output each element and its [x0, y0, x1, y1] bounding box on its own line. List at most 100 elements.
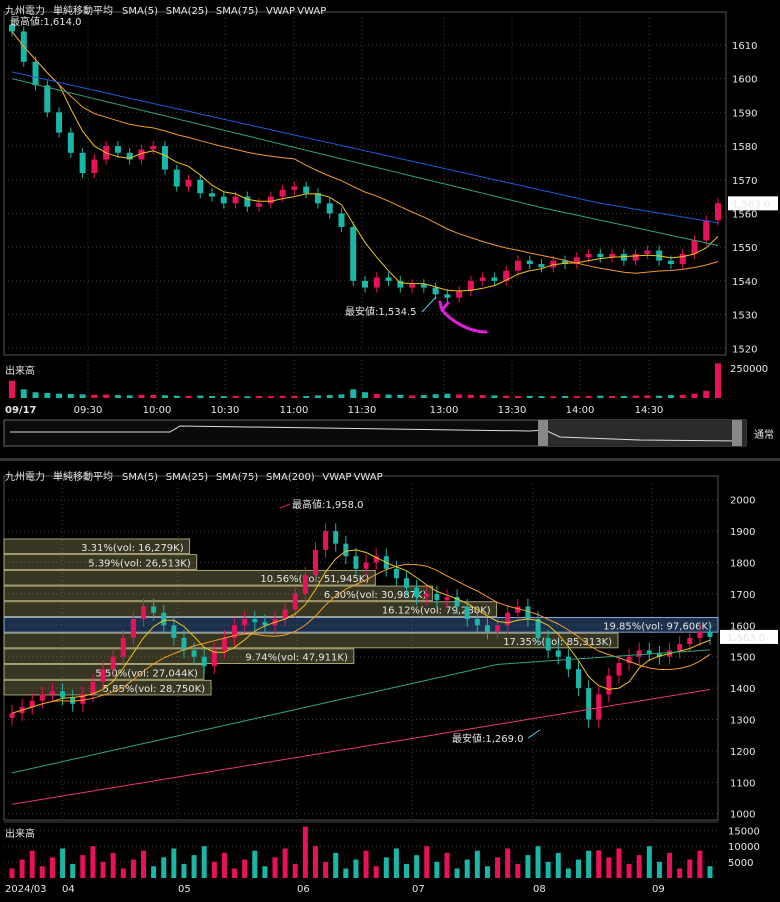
- volume-profile-label: 19.85%(vol: 97,606K): [603, 621, 712, 632]
- volume-bar: [677, 868, 683, 878]
- legend-item: SMA(200): [266, 472, 315, 483]
- candle-body: [326, 203, 333, 214]
- volume-bar: [191, 855, 197, 878]
- candle-body: [312, 549, 318, 576]
- candle-body: [150, 146, 157, 150]
- y-tick-label: 1800: [730, 559, 755, 570]
- volume-bar: [151, 866, 157, 878]
- y-tick-label: 1520: [732, 344, 757, 355]
- volume-bar: [350, 389, 357, 398]
- candle-body: [432, 287, 439, 295]
- volume-profile-label: 5.39%(vol: 26,513K): [88, 559, 191, 570]
- volume-bar: [606, 857, 612, 878]
- volume-bar: [161, 395, 168, 398]
- volume-bar: [161, 857, 167, 878]
- low-label: 最安値:1,534.5: [345, 305, 417, 318]
- volume-bar: [9, 868, 15, 878]
- candle-body: [161, 146, 168, 170]
- volume-bar: [434, 861, 440, 878]
- candle-body: [679, 253, 686, 265]
- low-pointer: [421, 296, 437, 313]
- x-tick-label: 09: [652, 884, 665, 895]
- x-tick-label: 04: [62, 884, 75, 895]
- volume-bar: [100, 861, 106, 878]
- volume-bar: [656, 861, 662, 878]
- volume-tick-label: 10000: [728, 842, 760, 853]
- x-tick-label: 13:30: [498, 405, 527, 416]
- legend-item: VWAP: [322, 472, 351, 483]
- volume-bar: [141, 850, 147, 878]
- volume-bar: [456, 394, 463, 398]
- volume-bar: [573, 396, 580, 398]
- volume-bar: [91, 394, 98, 398]
- volume-bar: [232, 868, 238, 878]
- volume-bar: [267, 396, 274, 398]
- candle-body: [715, 203, 721, 221]
- candle-body: [39, 694, 45, 701]
- volume-bar: [545, 861, 551, 878]
- candle-body: [575, 669, 581, 689]
- legend-item: 九州電力: [5, 4, 45, 17]
- candle-body: [221, 637, 227, 651]
- candle-body: [555, 650, 561, 657]
- volume-bar: [20, 389, 27, 398]
- volume-bar: [620, 395, 627, 398]
- date-label: 09/17: [5, 405, 37, 416]
- legend-item: VWAP: [297, 6, 326, 17]
- candle-body: [100, 669, 106, 682]
- volume-bar: [138, 394, 145, 398]
- x-tick-label: 10:30: [211, 405, 240, 416]
- candle-body: [338, 213, 345, 227]
- candle-body: [456, 290, 463, 298]
- volume-bar: [526, 395, 533, 398]
- candle-body: [616, 662, 622, 676]
- volume-bar: [644, 395, 651, 398]
- volume-bar: [538, 396, 545, 398]
- volume-bar: [150, 394, 157, 398]
- x-tick-label: 13:00: [430, 405, 459, 416]
- candle-body: [404, 578, 410, 588]
- candle-body: [424, 593, 430, 598]
- legend-item: 単純移動平均: [53, 4, 113, 17]
- volume-bar: [555, 852, 561, 878]
- volume-bar: [626, 864, 632, 878]
- volume-bar: [636, 855, 642, 878]
- volume-profile-label: 5.50%(vol: 27,044K): [95, 668, 198, 679]
- candle-body: [505, 612, 511, 626]
- volume-bar: [291, 395, 298, 398]
- candle-body: [385, 277, 392, 281]
- volume-bar: [586, 850, 592, 878]
- volume-bar: [362, 392, 368, 398]
- legend-item: SMA(25): [166, 6, 208, 17]
- volume-profile-label: 10.56%(vol: 51,945K): [260, 574, 369, 585]
- volume-tick-label: 5000: [728, 858, 753, 869]
- volume-bar: [29, 850, 35, 878]
- volume-bar: [464, 859, 470, 878]
- candle-body: [267, 196, 274, 204]
- candle-body: [444, 597, 450, 601]
- volume-profile-label: 17.35%(vol: 85,313K): [503, 637, 612, 648]
- volume-bar: [252, 850, 258, 878]
- legend-item: SMA(75): [216, 6, 258, 17]
- candle-body: [171, 625, 177, 638]
- candle-body: [201, 656, 207, 667]
- candle-body: [414, 587, 420, 598]
- candle-body: [151, 606, 157, 613]
- volume-title: 出来高: [5, 827, 35, 840]
- candle-body: [703, 220, 710, 241]
- legend-item: VWAP: [354, 472, 383, 483]
- candle-body: [667, 260, 674, 265]
- candle-body: [279, 189, 286, 197]
- candle-body: [185, 179, 192, 187]
- x-tick-label: 14:00: [566, 405, 595, 416]
- y-tick-label: 1900: [730, 527, 755, 538]
- candle-body: [343, 543, 349, 557]
- volume-bar: [323, 861, 329, 878]
- volume-bar: [232, 395, 239, 398]
- navigator-window: [544, 420, 746, 446]
- volume-bar: [126, 395, 133, 398]
- candle-body: [302, 575, 308, 594]
- volume-bar: [585, 395, 592, 398]
- volume-bar: [550, 396, 557, 398]
- candle-body: [632, 253, 639, 261]
